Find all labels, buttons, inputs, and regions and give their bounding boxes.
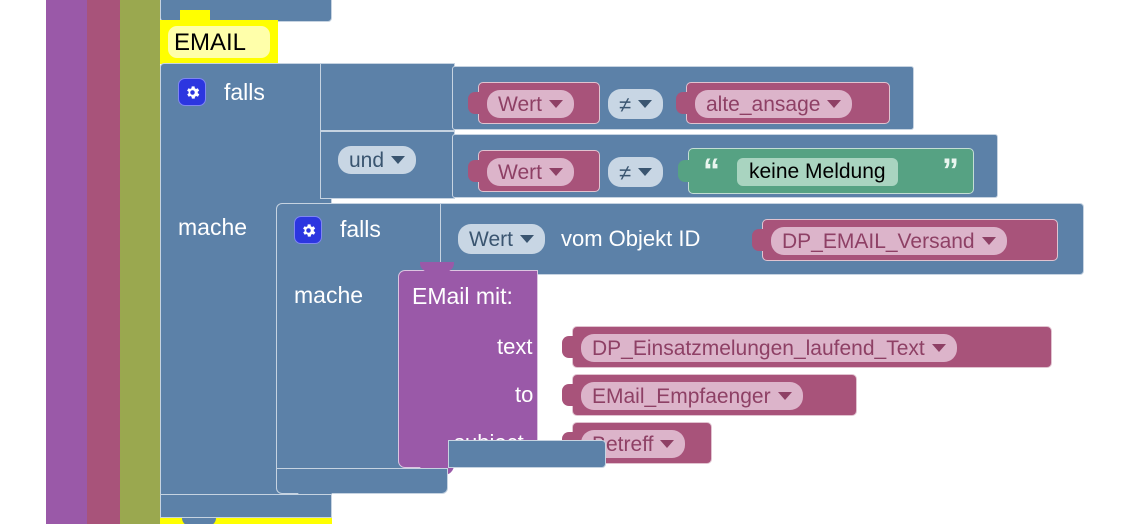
stripe-rose[interactable]: [87, 0, 120, 524]
stripe-purple[interactable]: [46, 0, 87, 524]
and-operator-label: und: [349, 148, 385, 172]
condition-2-operator-label: ≠: [619, 159, 632, 185]
inner-do-label: mache: [294, 282, 364, 308]
inner-condition-object-id-label: DP_EMAIL_Versand: [782, 229, 975, 253]
email-row-text-value-label: DP_Einsatzmelungen_laufend_Text: [592, 336, 925, 360]
and-operator-field[interactable]: und: [338, 146, 417, 174]
inner-if-mutator-gear-icon[interactable]: [294, 216, 322, 244]
condition-2-text-value[interactable]: keine Meldung: [737, 158, 898, 186]
inner-condition-text: vom Objekt ID: [561, 226, 701, 251]
condition-1-left-tab: [468, 92, 480, 114]
inner-condition-value-field[interactable]: Wert: [458, 224, 545, 254]
email-row-text-value[interactable]: DP_Einsatzmelungen_laufend_Text: [572, 326, 1052, 368]
condition-1-right-variable-field[interactable]: alte_ansage: [695, 90, 853, 118]
outer-if-bottom-bar: [160, 494, 332, 518]
condition-2-left-variable[interactable]: Wert: [478, 150, 600, 192]
condition-1-right-variable-label: alte_ansage: [706, 92, 821, 116]
email-label-badge[interactable]: EMAIL: [160, 10, 278, 73]
outer-if-header-extension: [320, 63, 455, 131]
outer-do-label: mache: [178, 214, 248, 240]
chevron-down-icon: [827, 100, 842, 108]
email-action-title: EMail mit:: [412, 283, 513, 309]
email-row-text-value-field[interactable]: DP_Einsatzmelungen_laufend_Text: [581, 334, 957, 362]
condition-1-operator-label: ≠: [619, 91, 632, 117]
condition-1-right-tab: [676, 92, 688, 114]
inner-if-label: falls: [340, 216, 381, 242]
email-row-text-tab: [562, 336, 574, 358]
chevron-down-icon: [777, 392, 792, 400]
email-row-text-label: text: [497, 334, 533, 359]
email-row-to-value-field[interactable]: EMail_Empfaenger: [581, 382, 803, 410]
email-action-top-notch: [420, 262, 454, 272]
email-row-to-value-label: EMail_Empfaenger: [592, 384, 771, 408]
condition-1-right-variable[interactable]: alte_ansage: [686, 82, 890, 124]
inner-condition-object-id-tab: [752, 229, 764, 251]
chevron-down-icon: [638, 100, 653, 108]
outer-if-mutator-gear-icon[interactable]: [178, 78, 206, 106]
chevron-down-icon: [931, 344, 946, 352]
email-row-to-tab: [562, 384, 574, 406]
email-row-to-label: to: [515, 382, 534, 407]
inner-condition-value-label: Wert: [469, 227, 513, 251]
condition-1-operator-field[interactable]: ≠: [608, 89, 664, 119]
chevron-down-icon: [391, 156, 406, 164]
condition-2-left-variable-field[interactable]: Wert: [487, 158, 574, 186]
blockly-workspace[interactable]: EMAIL falls und Wert ≠ alte_ansage Wert …: [0, 0, 1146, 524]
condition-2-operator-field[interactable]: ≠: [608, 157, 664, 187]
stripe-olive[interactable]: [120, 0, 160, 524]
email-row-to-value[interactable]: EMail_Empfaenger: [572, 374, 857, 416]
chevron-down-icon: [548, 168, 563, 176]
condition-1-left-variable-label: Wert: [498, 92, 542, 116]
chevron-down-icon: [548, 100, 563, 108]
quote-close-icon: ”: [942, 152, 959, 190]
condition-2-text-block[interactable]: “ keine Meldung ”: [688, 148, 974, 194]
chevron-down-icon: [519, 235, 534, 243]
outer-if-bottom-notch: [182, 518, 216, 524]
condition-2-left-tab: [468, 160, 480, 182]
chevron-down-icon: [638, 168, 653, 176]
inner-if-right-footer: [448, 440, 606, 468]
chevron-down-icon: [660, 440, 675, 448]
inner-condition-object-id-field[interactable]: DP_EMAIL_Versand: [771, 227, 1007, 255]
condition-1-left-variable-field[interactable]: Wert: [487, 90, 574, 118]
inner-condition-object-id[interactable]: DP_EMAIL_Versand: [762, 219, 1058, 261]
outer-if-label: falls: [224, 79, 265, 105]
condition-1-left-variable[interactable]: Wert: [478, 82, 600, 124]
quote-open-icon: “: [703, 152, 720, 190]
chevron-down-icon: [981, 237, 996, 245]
condition-2-text-tab: [678, 160, 690, 182]
condition-2-left-variable-label: Wert: [498, 160, 542, 184]
email-label-text: EMAIL: [174, 29, 247, 56]
